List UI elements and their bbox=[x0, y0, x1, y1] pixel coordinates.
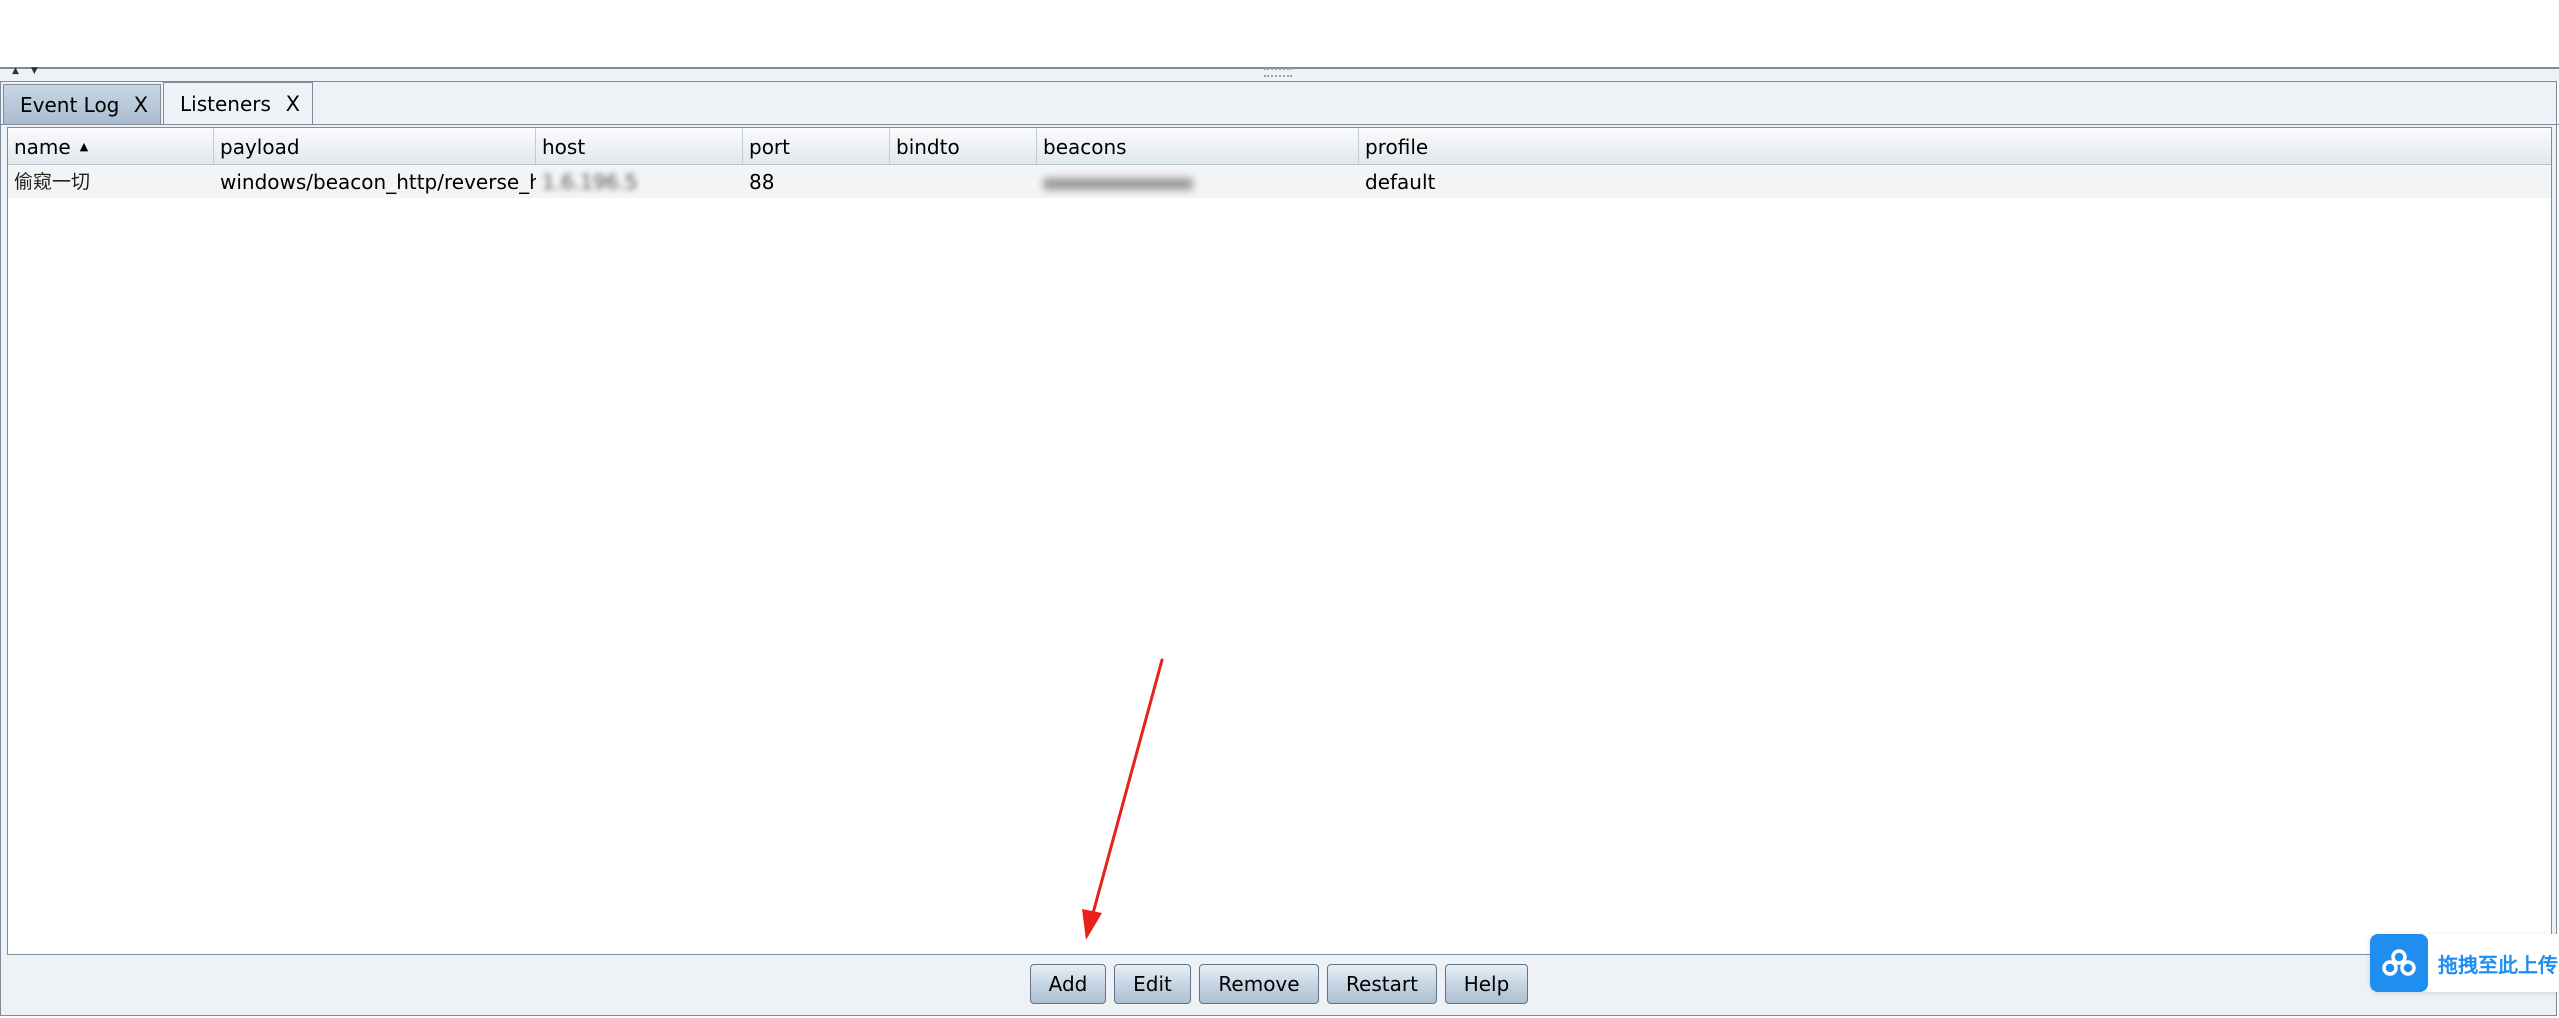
listeners-table: name ▲ payload host port bindto beacons p… bbox=[7, 127, 2552, 955]
tab-label: Event Log bbox=[20, 92, 120, 117]
column-header-port[interactable]: port bbox=[743, 128, 890, 164]
tab-listeners[interactable]: Listeners X bbox=[163, 82, 313, 125]
cell-profile: default bbox=[1365, 170, 1436, 194]
column-header-name[interactable]: name ▲ bbox=[8, 128, 214, 164]
tab-label: Listeners bbox=[180, 91, 271, 116]
column-header-beacons[interactable]: beacons bbox=[1037, 128, 1359, 164]
edit-button[interactable]: Edit bbox=[1114, 964, 1191, 1004]
add-button[interactable]: Add bbox=[1030, 964, 1106, 1004]
button-bar: Add Edit Remove Restart Help bbox=[0, 958, 2559, 1008]
annotation-arrow-icon bbox=[1082, 658, 1164, 940]
sort-ascending-icon: ▲ bbox=[79, 140, 89, 153]
tab-event-log[interactable]: Event Log X bbox=[3, 84, 161, 124]
close-icon[interactable]: X bbox=[286, 92, 300, 116]
column-header-profile[interactable]: profile bbox=[1359, 128, 2551, 164]
upload-label: 拖拽至此上传 bbox=[2438, 952, 2558, 977]
cell-name: 偷窥一切 bbox=[14, 171, 91, 193]
column-header-payload[interactable]: payload bbox=[214, 128, 536, 164]
cell-port: 88 bbox=[749, 170, 775, 194]
tab-baseline bbox=[0, 124, 2559, 125]
cell-payload: windows/beacon_http/reverse_http bbox=[220, 170, 536, 194]
drag-upload-widget[interactable]: 拖拽至此上传 bbox=[2370, 934, 2559, 992]
beacons-redacted bbox=[1043, 177, 1193, 190]
app-window: ▲▼ Event Log X Listeners X name ▲ payload… bbox=[0, 0, 2559, 1018]
collapse-up-icon[interactable]: ▲ bbox=[12, 66, 31, 76]
close-icon[interactable]: X bbox=[134, 93, 148, 117]
table-header: name ▲ payload host port bindto beacons p… bbox=[8, 128, 2551, 165]
table-row[interactable]: 偷窥一切 windows/beacon_http/reverse_http 1.… bbox=[8, 165, 2551, 198]
collapse-down-icon[interactable]: ▼ bbox=[31, 66, 50, 76]
help-button[interactable]: Help bbox=[1445, 964, 1528, 1004]
column-header-bindto[interactable]: bindto bbox=[890, 128, 1037, 164]
cloud-icon bbox=[2370, 934, 2428, 992]
host-redacted: 1.6.196.5 bbox=[542, 170, 638, 194]
column-header-host[interactable]: host bbox=[536, 128, 743, 164]
cell-beacons bbox=[1037, 165, 1359, 198]
restart-button[interactable]: Restart bbox=[1327, 964, 1437, 1004]
cell-host: 1.6.196.5 bbox=[536, 165, 743, 198]
split-arrows[interactable]: ▲▼ bbox=[12, 66, 50, 76]
split-grip-handle[interactable] bbox=[1264, 68, 1292, 77]
cell-bindto bbox=[890, 165, 1037, 198]
upper-pane bbox=[0, 0, 2559, 69]
remove-button[interactable]: Remove bbox=[1199, 964, 1319, 1004]
